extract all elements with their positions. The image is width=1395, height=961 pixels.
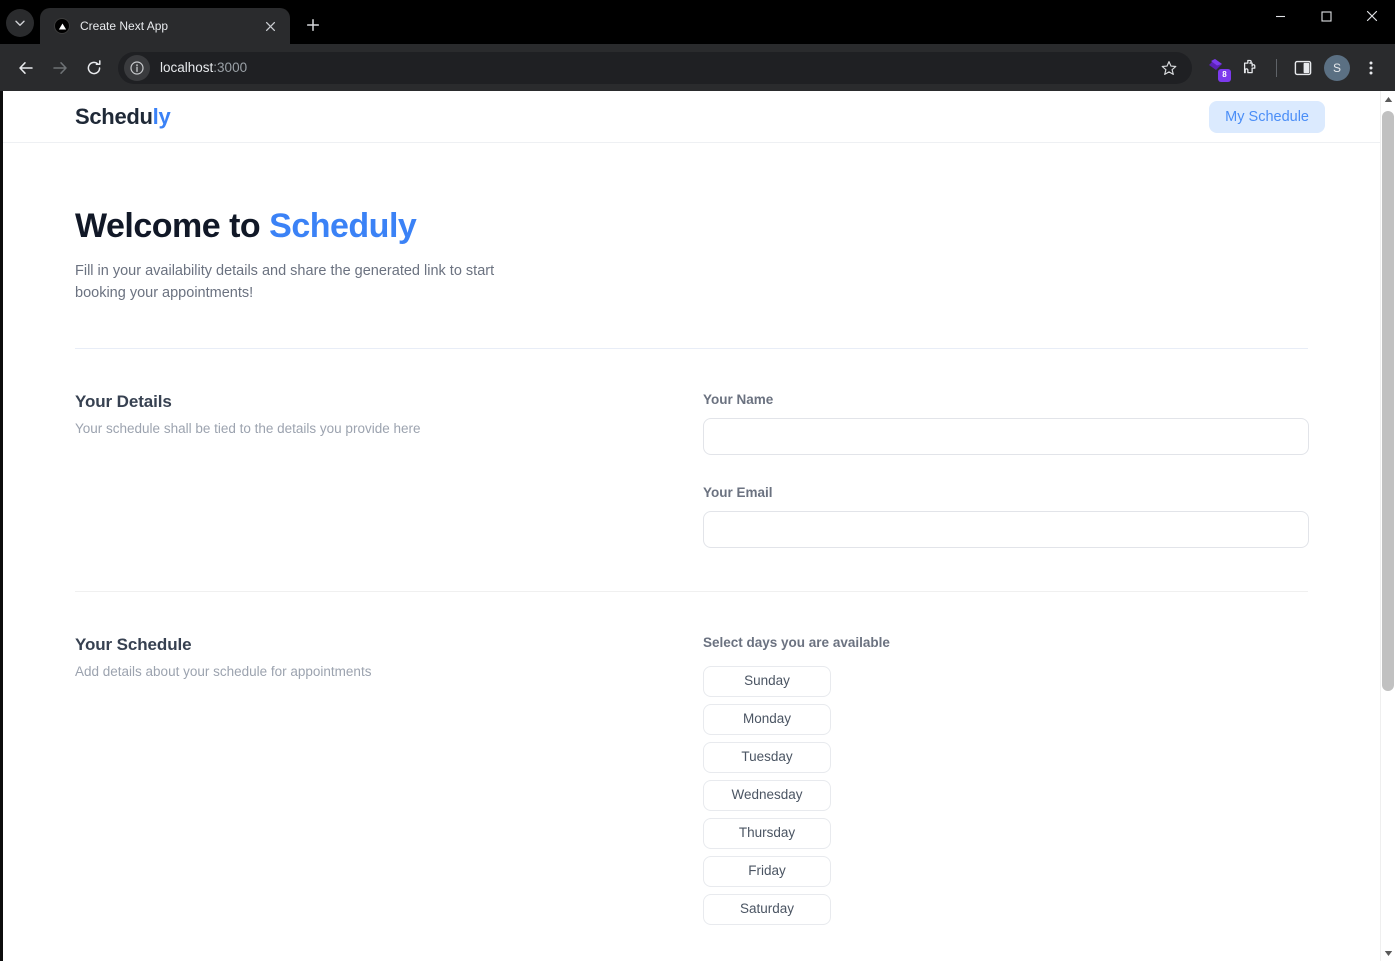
app-logo: Scheduly (75, 103, 171, 130)
browser-window: Create Next App localhost:3000 8 S Sched… (0, 0, 1395, 961)
page-title-accent: Scheduly (269, 207, 417, 245)
tab-title: Create Next App (80, 19, 169, 33)
reload-icon (87, 59, 101, 74)
tab-strip: Create Next App (0, 0, 1257, 44)
email-input[interactable] (703, 510, 1309, 548)
page-subtitle: Fill in your availability details and sh… (75, 263, 495, 301)
day-button-thursday[interactable]: Thursday (703, 817, 831, 849)
tab-close-button[interactable] (260, 16, 280, 36)
name-field-group: Your Name (703, 392, 1309, 455)
email-field-group: Your Email (703, 485, 1309, 548)
browser-tab[interactable]: Create Next App (40, 8, 290, 44)
your-schedule-description: Your Schedule Add details about your sch… (75, 635, 703, 679)
toolbar-divider (1276, 58, 1277, 77)
close-icon (265, 21, 275, 31)
extension-badge: 8 (1218, 68, 1231, 82)
url-text: localhost:3000 (160, 60, 1154, 75)
your-schedule-title: Your Schedule (75, 634, 192, 654)
select-days-label: Select days you are available (703, 634, 890, 650)
scroll-down-arrow-icon (1384, 950, 1392, 956)
close-icon (1366, 10, 1378, 22)
bookmark-button[interactable] (1154, 53, 1184, 83)
logo-accent-text: ly (152, 103, 171, 129)
scroll-down-button[interactable] (1381, 945, 1395, 961)
scroll-up-arrow-icon (1384, 96, 1392, 102)
puzzle-piece-icon (1243, 59, 1255, 74)
your-schedule-form: Select days you are available Sunday Mon… (703, 635, 1308, 961)
day-button-sunday[interactable]: Sunday (703, 665, 831, 697)
page-title: Welcome to Scheduly (75, 207, 1308, 246)
purple-diamond-extension-button[interactable]: 8 (1202, 53, 1232, 83)
scroll-up-button[interactable] (1381, 91, 1395, 107)
page-scrollbar[interactable] (1380, 91, 1395, 961)
avatar: S (1324, 54, 1350, 81)
extensions-button[interactable] (1234, 52, 1266, 84)
scrollbar-track[interactable] (1381, 107, 1395, 945)
name-field-label: Your Name (703, 391, 774, 407)
your-details-subtitle: Your schedule shall be tied to the detai… (75, 420, 421, 436)
name-input[interactable] (703, 417, 1309, 455)
minimize-button[interactable] (1257, 0, 1303, 32)
url-path: :3000 (213, 60, 248, 75)
close-window-button[interactable] (1349, 0, 1395, 32)
scrollbar-thumb[interactable] (1382, 111, 1394, 691)
minimize-icon (1275, 15, 1285, 17)
day-button-friday[interactable]: Friday (703, 855, 831, 887)
logo-main-text: Schedu (75, 103, 153, 129)
browser-toolbar: localhost:3000 8 S (0, 44, 1395, 91)
url-host: localhost (160, 60, 214, 75)
browser-menu-button[interactable] (1355, 52, 1387, 84)
page-title-main: Welcome to (75, 207, 270, 245)
three-dot-menu-icon (1369, 61, 1373, 74)
day-button-saturday[interactable]: Saturday (703, 893, 831, 925)
side-panel-icon (1294, 60, 1312, 75)
browser-titlebar: Create Next App (0, 0, 1395, 44)
info-circle-icon (130, 60, 144, 75)
chevron-down-icon (15, 20, 25, 26)
site-info-button[interactable] (124, 54, 150, 81)
page-viewport: Scheduly My Schedule Welcome to Scheduly… (0, 91, 1395, 961)
back-button[interactable] (10, 52, 42, 84)
new-tab-button[interactable] (298, 10, 328, 40)
arrow-right-icon (53, 61, 67, 74)
reload-button[interactable] (78, 52, 110, 84)
nextjs-triangle-icon (54, 18, 70, 34)
your-details-form: Your Name Your Email (703, 392, 1309, 548)
tab-search-button[interactable] (6, 9, 34, 37)
window-controls (1257, 0, 1395, 44)
email-field-label: Your Email (703, 484, 773, 500)
page-content: Welcome to Scheduly Fill in your availab… (3, 143, 1380, 961)
day-selector-list: Sunday Monday Tuesday Wednesday Thursday… (703, 665, 1308, 925)
arrow-left-icon (19, 61, 33, 74)
star-icon (1161, 60, 1177, 75)
address-bar[interactable]: localhost:3000 (118, 51, 1192, 84)
your-schedule-subtitle: Add details about your schedule for appo… (75, 663, 372, 679)
your-details-description: Your Details Your schedule shall be tied… (75, 392, 703, 436)
my-schedule-button[interactable]: My Schedule (1209, 100, 1325, 133)
app-header: Scheduly My Schedule (3, 91, 1380, 143)
maximize-button[interactable] (1303, 0, 1349, 32)
web-page: Scheduly My Schedule Welcome to Scheduly… (3, 91, 1380, 961)
your-details-section: Your Details Your schedule shall be tied… (75, 349, 1309, 548)
side-panel-button[interactable] (1287, 52, 1319, 84)
plus-icon (306, 18, 320, 32)
your-schedule-section: Your Schedule Add details about your sch… (75, 592, 1308, 961)
day-button-wednesday[interactable]: Wednesday (703, 779, 831, 811)
day-button-monday[interactable]: Monday (703, 703, 831, 735)
forward-button[interactable] (44, 52, 76, 84)
your-details-title: Your Details (75, 391, 172, 411)
profile-button[interactable]: S (1321, 52, 1353, 84)
hero-section: Welcome to Scheduly Fill in your availab… (75, 143, 1308, 305)
day-button-tuesday[interactable]: Tuesday (703, 741, 831, 773)
maximize-icon (1320, 10, 1332, 22)
